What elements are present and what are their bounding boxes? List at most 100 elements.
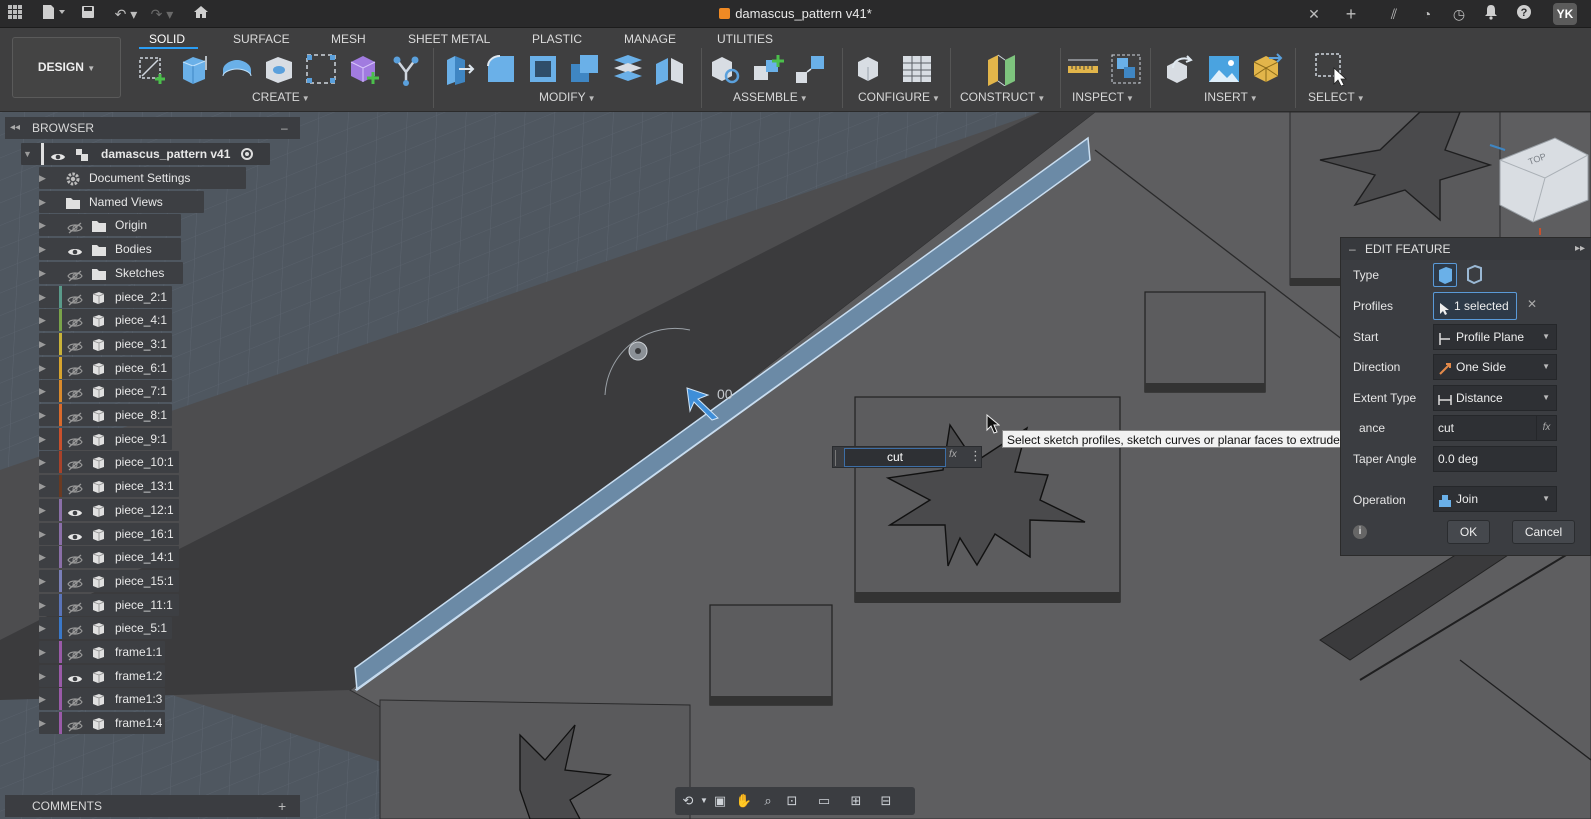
extent-type-select[interactable]: Distance ▼: [1433, 385, 1557, 411]
fit-icon[interactable]: ⊡: [783, 792, 801, 810]
eye-hidden-icon[interactable]: [67, 433, 83, 448]
form-icon[interactable]: [347, 52, 381, 86]
press-pull-icon[interactable]: [441, 52, 475, 86]
browser-item[interactable]: ▶ piece_14:1: [39, 546, 179, 569]
tab-plastic[interactable]: PLASTIC: [532, 30, 582, 48]
distance-field[interactable]: cut fx: [1433, 415, 1557, 441]
insert-canvas-icon[interactable]: [1207, 52, 1241, 86]
chevron-right-icon[interactable]: ▶: [39, 451, 51, 473]
eye-hidden-icon[interactable]: [67, 646, 83, 661]
chevron-right-icon[interactable]: ▶: [39, 665, 51, 687]
construct-group-label[interactable]: CONSTRUCT ▼: [960, 90, 1045, 104]
pattern-icon[interactable]: [304, 52, 338, 86]
viewports-icon[interactable]: ⊟: [877, 792, 895, 810]
browser-item[interactable]: ▶ Origin: [39, 214, 181, 237]
workspace-switcher-button[interactable]: DESIGN ▼: [12, 37, 121, 98]
eye-hidden-icon[interactable]: [67, 717, 83, 732]
direction-select[interactable]: One Side ▼: [1433, 354, 1557, 380]
chevron-right-icon[interactable]: ▶: [39, 167, 51, 189]
eye-hidden-icon[interactable]: [67, 480, 83, 495]
tab-solid[interactable]: SOLID: [149, 30, 185, 48]
start-select[interactable]: Profile Plane ▼: [1433, 324, 1557, 350]
save-icon[interactable]: [80, 4, 96, 24]
inspect-group-label[interactable]: INSPECT ▼: [1072, 90, 1134, 104]
fx-icon[interactable]: fx: [949, 449, 957, 460]
chevron-right-icon[interactable]: ▶: [39, 570, 51, 592]
new-component-icon[interactable]: [709, 52, 743, 86]
derive-icon[interactable]: [389, 52, 423, 86]
browser-item[interactable]: ▶ Named Views: [39, 190, 204, 213]
browser-item[interactable]: ▶ piece_10:1: [39, 451, 179, 474]
display-settings-icon[interactable]: ▭: [815, 792, 833, 810]
modify-group-label[interactable]: MODIFY ▼: [539, 90, 596, 104]
chevron-right-icon[interactable]: ▶: [39, 214, 51, 236]
eye-icon[interactable]: [67, 670, 83, 682]
insert-derive-icon[interactable]: [1163, 52, 1197, 86]
activate-radio-icon[interactable]: [241, 148, 253, 160]
clear-selection-icon[interactable]: ✕: [1527, 297, 1537, 311]
hole-icon[interactable]: [262, 52, 296, 86]
browser-item[interactable]: ▶ Document Settings: [39, 167, 246, 189]
as-built-joint-icon[interactable]: [793, 52, 827, 86]
ok-button[interactable]: OK: [1447, 520, 1490, 544]
info-icon[interactable]: i: [1353, 525, 1367, 539]
chevron-right-icon[interactable]: ▶: [39, 357, 51, 379]
offset-face-icon[interactable]: [611, 52, 645, 86]
eye-hidden-icon[interactable]: [67, 219, 83, 234]
tab-sheet-metal[interactable]: SHEET METAL: [408, 30, 490, 48]
eye-hidden-icon[interactable]: [67, 599, 83, 614]
chevron-right-icon[interactable]: ▶: [39, 262, 51, 284]
chevron-right-icon[interactable]: ▶: [39, 380, 51, 402]
add-comment-icon[interactable]: +: [278, 795, 286, 817]
zoom-icon[interactable]: ⌕: [759, 792, 777, 810]
pan-icon[interactable]: ✋: [735, 792, 753, 810]
eye-hidden-icon[interactable]: [67, 409, 83, 424]
notifications-icon[interactable]: [1482, 4, 1500, 24]
chevron-right-icon[interactable]: ▶: [39, 191, 51, 213]
eye-icon[interactable]: [67, 243, 83, 256]
type-extrude-button[interactable]: [1433, 263, 1457, 287]
chevron-right-icon[interactable]: ▶: [39, 499, 51, 521]
tab-mesh[interactable]: MESH: [331, 30, 366, 48]
new-tab-icon[interactable]: +: [1343, 4, 1359, 24]
eye-icon[interactable]: [67, 528, 83, 540]
browser-item[interactable]: ▶ frame1:4: [39, 712, 165, 735]
chevron-right-icon[interactable]: ▶: [39, 594, 51, 616]
type-thin-extrude-button[interactable]: [1463, 263, 1487, 287]
browser-item[interactable]: ▶ piece_6:1: [39, 356, 172, 379]
app-grid-icon[interactable]: [6, 4, 24, 24]
browser-item[interactable]: ▶ piece_5:1: [39, 617, 172, 640]
configure-group-label[interactable]: CONFIGURE ▼: [858, 90, 940, 104]
browser-item[interactable]: ▶ frame1:3: [39, 688, 165, 711]
interference-icon[interactable]: [1109, 52, 1143, 86]
browser-item[interactable]: ▶ piece_2:1: [39, 285, 172, 308]
browser-item[interactable]: ▶ piece_3:1: [39, 332, 172, 355]
browser-item[interactable]: ▶ piece_8:1: [39, 404, 172, 426]
cancel-button[interactable]: Cancel: [1512, 520, 1575, 544]
revolve-icon[interactable]: [220, 52, 254, 86]
browser-item[interactable]: ▶ piece_4:1: [39, 309, 172, 332]
chevron-right-icon[interactable]: ▶: [39, 286, 51, 308]
profiles-selection[interactable]: 1 selected: [1433, 292, 1517, 320]
eye-hidden-icon[interactable]: [67, 314, 83, 329]
browser-item[interactable]: ▶ piece_11:1: [39, 593, 179, 616]
combine-icon[interactable]: [568, 52, 602, 86]
browser-item[interactable]: ▶ frame1:2: [39, 664, 165, 687]
browser-item[interactable]: ▶ piece_12:1: [39, 498, 179, 521]
eye-hidden-icon[interactable]: [67, 622, 83, 637]
insert-mesh-icon[interactable]: [1249, 52, 1283, 86]
more-options-icon[interactable]: ⋮: [969, 448, 982, 464]
help-icon[interactable]: ?: [1515, 4, 1533, 24]
collapse-dialog-icon[interactable]: –: [1349, 238, 1356, 260]
chevron-right-icon[interactable]: ▶: [39, 641, 51, 663]
eye-hidden-icon[interactable]: [67, 362, 83, 377]
split-body-icon[interactable]: [653, 52, 687, 86]
select-window-icon[interactable]: [1314, 52, 1348, 87]
drag-handle-icon[interactable]: [835, 450, 838, 466]
chevron-right-icon[interactable]: ▶: [39, 404, 51, 426]
undo-icon[interactable]: ↶ ▾: [112, 4, 140, 24]
eye-hidden-icon[interactable]: [67, 385, 83, 400]
assemble-group-label[interactable]: ASSEMBLE ▼: [733, 90, 808, 104]
operation-select[interactable]: Join ▼: [1433, 486, 1557, 512]
data-panel-icon[interactable]: ⫽: [1385, 4, 1403, 24]
